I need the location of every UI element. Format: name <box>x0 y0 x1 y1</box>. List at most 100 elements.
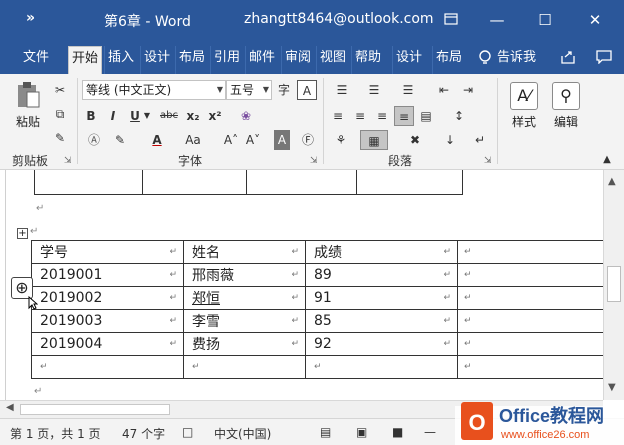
table-cell[interactable]: 89 ↵ <box>305 263 458 287</box>
table-cell[interactable]: 费扬 ↵ <box>183 332 306 356</box>
table-cell[interactable]: ↵ <box>457 309 606 333</box>
copy-icon[interactable]: ⧉ <box>50 104 70 124</box>
align-center-icon[interactable]: ≡ <box>350 106 370 126</box>
dialog-launcher-icon[interactable]: ⇲ <box>310 156 318 166</box>
table-cell[interactable] <box>34 170 143 195</box>
distributed-icon[interactable]: ▤ <box>416 106 436 126</box>
char-shading-button[interactable]: A <box>274 130 290 150</box>
lightbulb-icon[interactable] <box>478 50 492 70</box>
scroll-thumb[interactable] <box>20 404 170 415</box>
zoom-out-button[interactable]: — <box>424 425 436 439</box>
tab-file[interactable]: 文件 <box>20 46 52 74</box>
table-cell[interactable]: 李雪 ↵ <box>183 309 306 333</box>
scroll-down-icon[interactable]: ▼ <box>608 382 616 393</box>
vertical-scrollbar[interactable]: ▲ ▼ <box>603 170 624 400</box>
print-layout-icon[interactable]: ▣ <box>356 425 367 439</box>
font-color-icon[interactable]: A <box>148 130 166 150</box>
share-icon[interactable] <box>560 50 576 68</box>
maximize-button[interactable]: ☐ <box>530 8 560 32</box>
language-indicator[interactable]: 中文(中国) <box>214 425 271 442</box>
align-right-icon[interactable]: ≡ <box>372 106 392 126</box>
table-cell[interactable]: 92 ↵ <box>305 332 458 356</box>
table-cell[interactable]: ↵ <box>183 355 306 379</box>
shrink-font-button[interactable]: A˅ <box>244 130 262 150</box>
sort-icon[interactable]: ↓ <box>440 130 460 150</box>
table-cell[interactable]: ↵ <box>305 355 458 379</box>
read-mode-icon[interactable]: ▤ <box>320 425 331 439</box>
scroll-thumb[interactable] <box>607 266 621 302</box>
phonetic-guide-icon[interactable]: 字 <box>274 80 294 100</box>
table-cell[interactable]: ↵ <box>457 332 606 356</box>
format-painter-icon[interactable]: ✎ <box>50 128 70 148</box>
borders-icon[interactable]: ▦ <box>360 130 388 150</box>
italic-button[interactable]: I <box>106 106 120 126</box>
table-cell[interactable]: 2019002 ↵ <box>31 286 184 310</box>
account-name[interactable]: zhangtt8464@outlook.com <box>244 11 434 27</box>
table-cell[interactable]: ↵ <box>457 263 606 287</box>
tab-home[interactable]: 开始 <box>68 46 103 74</box>
proofing-icon[interactable]: □ <box>182 425 193 439</box>
table-move-handle-icon[interactable]: + <box>17 228 28 239</box>
page-count[interactable]: 第 1 页，共 1 页 <box>10 425 101 442</box>
table-cell[interactable]: ↵ <box>457 355 606 379</box>
grow-font-button[interactable]: A˄ <box>222 130 240 150</box>
tab-review[interactable]: 审阅 <box>281 46 314 74</box>
align-left-icon[interactable]: ≡ <box>328 106 348 126</box>
table-cell[interactable] <box>246 170 357 195</box>
table-cell[interactable]: 郑恒 ↵ <box>183 286 306 310</box>
superscript-button[interactable]: x² <box>206 106 224 126</box>
scroll-up-icon[interactable]: ▲ <box>608 176 616 187</box>
quick-access-more-button[interactable]: » <box>26 10 35 26</box>
collapse-ribbon-icon[interactable]: ▲ <box>600 150 614 170</box>
web-layout-icon[interactable]: ■ <box>392 425 403 439</box>
subscript-button[interactable]: x₂ <box>184 106 202 126</box>
table-cell[interactable] <box>356 170 463 195</box>
comments-icon[interactable] <box>596 50 612 68</box>
tab-mailings[interactable]: 邮件 <box>245 46 278 74</box>
multilevel-list-icon[interactable]: ☰ <box>394 80 422 100</box>
bullets-icon[interactable]: ☰ <box>328 80 356 100</box>
numbering-icon[interactable]: ☰ <box>360 80 388 100</box>
table-cell[interactable]: 邢雨薇 ↵ <box>183 263 306 287</box>
underline-button[interactable]: U <box>128 106 142 126</box>
tab-table-layout[interactable]: 布局 <box>432 46 465 74</box>
tab-table-design[interactable]: 设计 <box>392 46 425 74</box>
tab-view[interactable]: 视图 <box>316 46 349 74</box>
ribbon-display-icon[interactable] <box>436 8 466 32</box>
paste-button[interactable]: 粘贴 <box>10 80 46 130</box>
clear-formatting-icon[interactable]: ❀ <box>236 106 256 126</box>
scroll-left-icon[interactable]: ◀ <box>6 402 14 413</box>
tab-design[interactable]: 设计 <box>140 46 173 74</box>
table-cell[interactable]: ↵ <box>457 286 606 310</box>
header-cell[interactable]: 学号 ↵ <box>31 240 184 264</box>
show-marks-icon[interactable]: ↵ <box>470 130 490 150</box>
increase-indent-icon[interactable]: ⇥ <box>458 80 478 100</box>
tab-references[interactable]: 引用 <box>210 46 243 74</box>
table-cell[interactable]: 85 ↵ <box>305 309 458 333</box>
dialog-launcher-icon[interactable]: ⇲ <box>484 156 492 166</box>
font-name-combo[interactable]: 等线 (中文正文) ▼ <box>82 80 226 100</box>
justify-icon[interactable]: ≡ <box>394 106 414 126</box>
shading-icon[interactable]: ⚘ <box>328 130 354 150</box>
bold-button[interactable]: B <box>84 106 98 126</box>
font-size-combo[interactable]: 五号 ▼ <box>226 80 272 100</box>
enclose-char-button[interactable]: Ⓕ <box>298 130 318 150</box>
change-case-button[interactable]: Aa <box>180 130 206 150</box>
header-cell[interactable]: 姓名 ↵ <box>183 240 306 264</box>
tab-help[interactable]: 帮助 <box>351 46 384 74</box>
table-cell[interactable]: 2019004 ↵ <box>31 332 184 356</box>
table-cell[interactable]: ↵ <box>457 240 606 264</box>
text-effects-icon[interactable]: Ⓐ <box>84 130 104 150</box>
table-cell[interactable]: 2019003 ↵ <box>31 309 184 333</box>
tell-me-search[interactable]: 告诉我 <box>494 46 539 74</box>
strikethrough-button[interactable]: abc <box>156 106 182 126</box>
header-cell[interactable]: 成绩 ↵ <box>305 240 458 264</box>
tab-layout[interactable]: 布局 <box>175 46 208 74</box>
styles-button[interactable]: A⁄ 样式 <box>504 82 544 130</box>
cut-icon[interactable]: ✂ <box>50 80 70 100</box>
minimize-button[interactable]: — <box>482 8 512 32</box>
dialog-launcher-icon[interactable]: ⇲ <box>64 156 72 166</box>
editing-button[interactable]: ⚲ 编辑 <box>548 82 584 130</box>
tab-insert[interactable]: 插入 <box>104 46 137 74</box>
chinese-layout-icon[interactable]: ✖ <box>402 130 428 150</box>
